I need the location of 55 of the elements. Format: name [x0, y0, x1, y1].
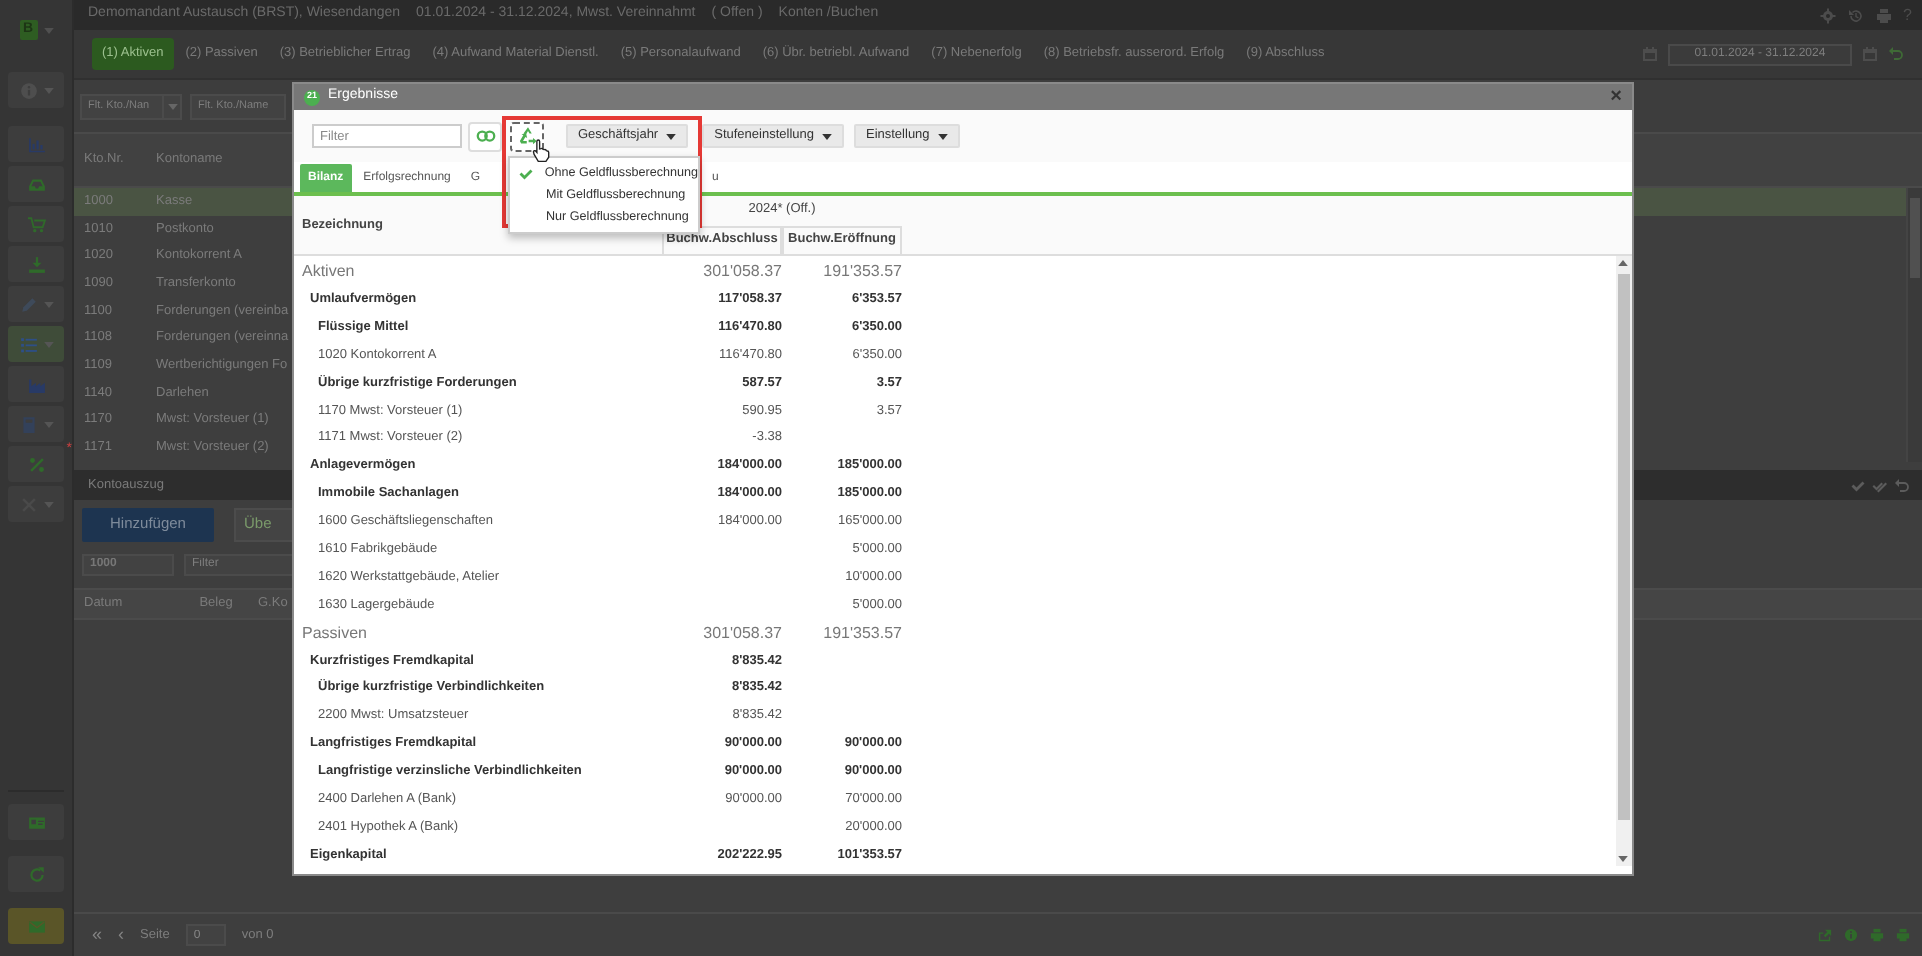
row-label: Passiven	[302, 623, 367, 642]
undo-icon[interactable]	[1894, 477, 1910, 493]
dropdown-toggle-button[interactable]	[164, 93, 182, 119]
amount-value: 301'058.37	[703, 623, 782, 642]
sidebar-item[interactable]	[8, 856, 64, 892]
id-card-icon	[27, 813, 45, 831]
sidebar-item[interactable]	[8, 206, 64, 242]
undo-icon[interactable]	[1888, 46, 1904, 62]
sidebar-item[interactable]	[8, 406, 64, 442]
sidebar-item[interactable]	[8, 126, 64, 162]
info-icon[interactable]	[1844, 928, 1858, 942]
inbox-icon	[27, 175, 45, 193]
chart-icon	[27, 135, 45, 153]
sidebar-item[interactable]	[8, 326, 64, 362]
check-icon[interactable]	[1850, 477, 1866, 493]
printer-icon[interactable]	[1870, 928, 1884, 942]
sidebar-item[interactable]	[8, 366, 64, 402]
scroll-up-icon	[1618, 260, 1628, 266]
sidebar-item[interactable]	[8, 246, 64, 282]
history-icon[interactable]	[1847, 7, 1864, 23]
cart-icon	[27, 215, 45, 233]
pencil-icon	[19, 295, 37, 313]
recycle-icon	[517, 126, 537, 146]
scrollbar[interactable]	[1906, 188, 1922, 462]
cash-flow-button[interactable]	[510, 121, 544, 151]
envelope-icon	[27, 917, 45, 935]
amount-value: 191'353.57	[823, 261, 902, 280]
sidebar-item[interactable]	[8, 908, 64, 944]
printer-icon[interactable]	[1875, 7, 1892, 23]
link-icon	[475, 126, 495, 146]
help-button[interactable]: ?	[1903, 7, 1912, 23]
export-icon[interactable]	[1818, 928, 1832, 942]
sidebar-item[interactable]	[8, 286, 64, 322]
percent-icon	[27, 455, 45, 473]
factory-icon	[27, 375, 45, 393]
double-check-icon[interactable]	[1872, 477, 1888, 493]
sidebar-item[interactable]	[8, 804, 64, 840]
download-icon	[27, 255, 45, 273]
printer-icon[interactable]	[1896, 928, 1910, 942]
scrollbar[interactable]	[1616, 256, 1632, 866]
previous-page-button[interactable]: ‹	[118, 921, 125, 949]
toggle-button[interactable]	[468, 121, 502, 151]
row-label: Aktiven	[302, 261, 355, 280]
caret-icon	[167, 103, 177, 109]
sidebar-item[interactable]	[8, 486, 64, 522]
refresh-icon	[27, 865, 45, 883]
amount-value: 301'058.37	[703, 261, 782, 280]
close-button[interactable]: ×	[1610, 87, 1622, 107]
list-icon	[19, 335, 37, 353]
first-page-button[interactable]: «	[92, 921, 103, 949]
book-icon	[19, 415, 37, 433]
sidebar-item[interactable]	[8, 166, 64, 202]
sidebar-item[interactable]	[8, 72, 64, 108]
scroll-down-icon	[1618, 856, 1628, 862]
amount-value: 191'353.57	[823, 623, 902, 642]
